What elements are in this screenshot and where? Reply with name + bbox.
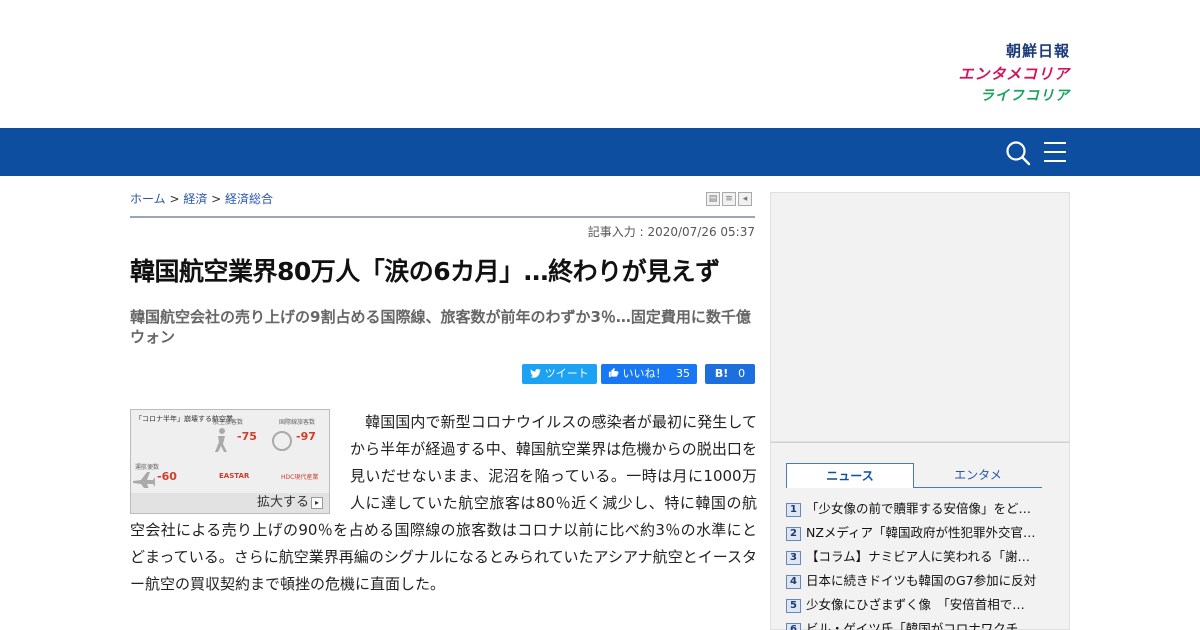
nav-item-opinion[interactable]: オピニオン [437,13,522,35]
like-label: いいね！ [622,367,667,380]
article-headline: 韓国航空業界80万人「涙の6カ月」…終わりが見えず [130,257,720,286]
ranking-number-badge: 1 [786,502,801,517]
tab-news[interactable]: ニュース [786,463,914,488]
site-logo[interactable]: chosun Online [130,12,248,36]
article-tools: ▤ ≡ ◂ [704,192,752,206]
ranking-number-badge: 2 [786,526,801,541]
ranking-title: 少女像にひざまずく像 「安倍首相で… [806,597,1025,612]
hatena-count: 0 [738,367,746,380]
text-size-icon[interactable]: ≡ [722,192,736,206]
ranking-item[interactable]: 6 ビル・ゲイツ氏「韓国がコロナワクチ… [786,618,1050,630]
search-icon[interactable] [1005,140,1031,166]
breadcrumb-economy[interactable]: 経済 [183,192,207,206]
entame-korea-link[interactable]: エンタメコリア [930,67,1070,82]
nav-item-sports[interactable]: スポーツ [577,13,645,35]
article-divider [130,216,755,218]
logo-wordmark: chosun [130,12,199,34]
thumbs-up-icon [608,367,619,378]
ranking-title: ビル・ゲイツ氏「韓国がコロナワクチ… [806,621,1031,630]
tweet-button[interactable]: ツイート [522,364,597,384]
like-count: 35 [676,367,690,380]
back-arrow-icon[interactable]: ◂ [738,192,752,206]
hatena-bookmark-button[interactable]: B! 0 [705,364,755,384]
ranking-number-badge: 3 [786,550,801,565]
life-korea-link[interactable]: ライフコリア [930,89,1070,103]
sidebar-ad-slot [770,192,1070,442]
breadcrumb-home[interactable]: ホーム [130,192,166,206]
twitter-bird-icon [530,369,542,378]
hamburger-menu-icon[interactable] [1043,141,1067,163]
ranking-title: 「少女像の前で贖罪する安倍像」をど… [806,501,1032,516]
partner-site-links: 朝鮮日報 エンタメコリア ライフコリア [930,44,1070,104]
ranking-list: 1 「少女像の前で贖罪する安倍像」をど… 2 NZメディア「韓国政府が性犯罪外交官…… [786,498,1050,630]
breadcrumb-separator: > [165,192,184,206]
ranking-title: 日本に続きドイツも韓国のG7参加に反対 [806,573,1037,588]
ranking-item[interactable]: 2 NZメディア「韓国政府が性犯罪外交官… [786,522,1050,546]
nav-item-news[interactable]: ニュース [316,13,383,35]
ranking-number-badge: 5 [786,598,801,613]
breadcrumb-separator: > [207,192,226,206]
ranking-title: 【コラム】ナミビア人に笑われる「謝… [806,549,1031,564]
facebook-like-button[interactable]: いいね！ 35 [601,364,697,384]
hatena-bookmark-icon: B! [714,367,729,380]
logo-suffix: Online [202,16,249,33]
ranking-item[interactable]: 5 少女像にひざまずく像 「安倍首相で… [786,594,1050,618]
nav-item-ranking[interactable]: ランキング [699,13,784,35]
ranking-title: NZメディア「韓国政府が性犯罪外交官… [806,525,1036,540]
ranking-item[interactable]: 4 日本に続きドイツも韓国のG7参加に反対 [786,570,1050,594]
article-body: 韓国国内で新型コロナウイルスの感染者が最初に発生してから半年が経過する中、韓国航… [130,409,757,598]
ranking-item[interactable]: 1 「少女像の前で贖罪する安倍像」をど… [786,498,1050,522]
breadcrumb: ホーム > 経済 > 経済総合 [130,190,273,207]
print-icon[interactable]: ▤ [706,192,720,206]
breadcrumb-economy-general[interactable]: 経済総合 [225,192,273,206]
ranking-number-badge: 6 [786,622,801,630]
article-subheadline: 韓国航空会社の売り上げの9割占める国際線、旅客数が前年のわずか3％…固定費用に数… [130,308,751,346]
ranking-item[interactable]: 3 【コラム】ナミビア人に笑われる「謝… [786,546,1050,570]
tweet-label: ツイート [544,367,589,380]
ranking-number-badge: 4 [786,574,801,589]
article-timestamp: 記事入力 : 2020/07/26 05:37 [587,225,755,239]
image-float-spacer [130,409,350,516]
tab-entame[interactable]: エンタメ [914,463,1042,488]
chosun-ilbo-link[interactable]: 朝鮮日報 [930,44,1070,59]
